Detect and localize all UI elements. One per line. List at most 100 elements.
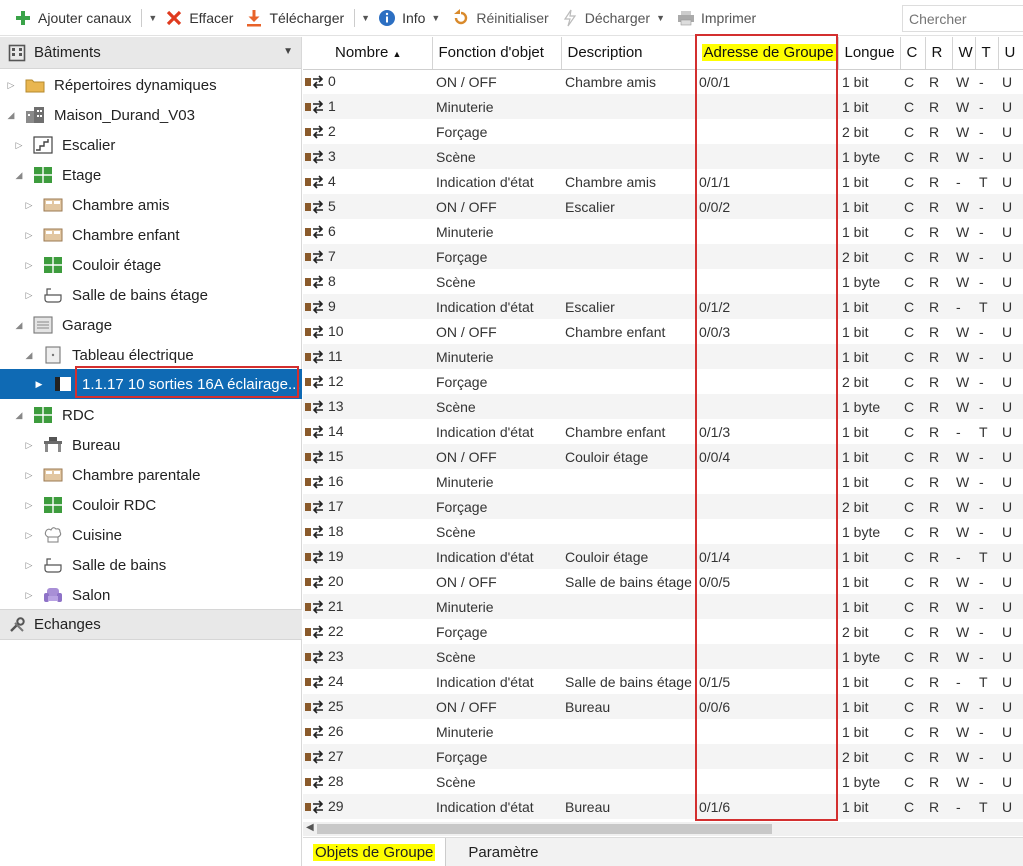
table-row[interactable]: 20 ON / OFF Salle de bains étage 0/0/5 1 bit… <box>303 569 1023 594</box>
expand-arrow-icon[interactable]: ▶ <box>34 379 44 390</box>
tree-item-salle-de-bains-etage[interactable]: ▷ Salle de bains étage <box>0 280 302 310</box>
table-row[interactable]: 17 Forçage 2 bit C R W - U <box>303 494 1023 519</box>
expand-arrow-icon[interactable]: ▷ <box>24 470 34 481</box>
tree-item-bureau[interactable]: ▷ Bureau <box>0 430 302 460</box>
expand-arrow-icon[interactable]: ▷ <box>24 260 34 271</box>
table-row[interactable]: 29 Indication d'état Bureau 0/1/6 1 bit C R - T U <box>303 794 1023 819</box>
table-row[interactable]: 19 Indication d'état Couloir étage 0/1/4 1 b… <box>303 544 1023 569</box>
tree-item-salon[interactable]: ▷ Salon <box>0 580 302 610</box>
expand-arrow-icon[interactable]: ▷ <box>24 560 34 571</box>
column-header-number[interactable]: Nombre ▲ <box>303 37 433 70</box>
tree-item-couloir-etage[interactable]: ▷ Couloir étage <box>0 250 302 280</box>
add-channels-dropdown[interactable]: ▼ <box>146 4 159 32</box>
buildings-panel-header[interactable]: Bâtiments ▼ <box>0 37 301 69</box>
tree-item-etage[interactable]: ◢ Etage <box>0 160 302 190</box>
table-row[interactable]: 4 Indication d'état Chambre amis 0/1/1 1 bit… <box>303 169 1023 194</box>
table-row[interactable]: 2 Forçage 2 bit C R W - U <box>303 119 1023 144</box>
upload-button[interactable]: Télécharger <box>239 4 350 32</box>
table-row[interactable]: 10 ON / OFF Chambre enfant 0/0/3 1 bit C R W - U <box>303 319 1023 344</box>
table-row[interactable]: 13 Scène 1 byte C R W - U <box>303 394 1023 419</box>
tree-item-chambre-amis[interactable]: ▷ Chambre amis <box>0 190 302 220</box>
table-row[interactable]: 28 Scène 1 byte C R W - U <box>303 769 1023 794</box>
table-row[interactable]: 7 Forçage 2 bit C R W - U <box>303 244 1023 269</box>
expand-arrow-icon[interactable]: ▷ <box>24 530 34 541</box>
reset-button[interactable]: Réinitialiser <box>446 4 554 32</box>
table-row[interactable]: 14 Indication d'état Chambre enfant 0/1/3 1 … <box>303 419 1023 444</box>
column-header-u[interactable]: U <box>998 37 1023 70</box>
info-button[interactable]: Info ▼ <box>372 4 446 32</box>
tree-item-escalier[interactable]: ▷ Escalier <box>0 130 302 160</box>
scrollbar-thumb[interactable] <box>317 824 772 834</box>
tree-item-dynamic-folders[interactable]: ▷ Répertoires dynamiques <box>0 70 302 100</box>
table-row[interactable]: 11 Minuterie 1 bit C R W - U <box>303 344 1023 369</box>
column-header-length[interactable]: Longue <box>838 37 901 70</box>
expand-arrow-icon[interactable]: ▷ <box>24 230 34 241</box>
table-row[interactable]: 5 ON / OFF Escalier 0/0/2 1 bit C R W - U <box>303 194 1023 219</box>
column-header-r[interactable]: R <box>925 37 953 70</box>
tab-parameter[interactable]: Paramètre <box>446 838 548 866</box>
collapse-arrow-icon[interactable]: ◢ <box>14 170 24 181</box>
unload-button[interactable]: Décharger ▼ <box>555 4 671 32</box>
table-row[interactable]: 3 Scène 1 byte C R W - U <box>303 144 1023 169</box>
column-header-w[interactable]: W <box>952 37 976 70</box>
tree-item-project[interactable]: ◢ Maison_Durand_V03 <box>0 100 302 130</box>
expand-arrow-icon[interactable]: ▷ <box>24 440 34 451</box>
search-input[interactable] <box>902 5 1023 32</box>
table-row[interactable]: 12 Forçage 2 bit C R W - U <box>303 369 1023 394</box>
expand-arrow-icon[interactable]: ▷ <box>14 140 24 151</box>
expand-arrow-icon[interactable]: ▷ <box>6 80 16 91</box>
print-button[interactable]: Imprimer <box>671 4 762 32</box>
column-header-description[interactable]: Description <box>561 37 696 70</box>
tree-item-garage[interactable]: ◢ Garage <box>0 310 302 340</box>
cell-w: - <box>952 294 975 319</box>
table-row[interactable]: 27 Forçage 2 bit C R W - U <box>303 744 1023 769</box>
column-header-t[interactable]: T <box>975 37 999 70</box>
cell-function: Forçage <box>436 123 488 140</box>
collapse-arrow-icon[interactable]: ◢ <box>14 320 24 331</box>
column-header-function[interactable]: Fonction d'objet <box>432 37 562 70</box>
table-row[interactable]: 22 Forçage 2 bit C R W - U <box>303 619 1023 644</box>
group-object-icon <box>305 124 325 140</box>
tree-item-chambre-enfant[interactable]: ▷ Chambre enfant <box>0 220 302 250</box>
scroll-left-icon[interactable]: ◀ <box>306 822 314 833</box>
table-row[interactable]: 1 Minuterie 1 bit C R W - U <box>303 94 1023 119</box>
tree-item-rdc[interactable]: ◢ RDC <box>0 400 302 430</box>
cell-c: C <box>900 344 925 369</box>
expand-arrow-icon[interactable]: ▷ <box>24 200 34 211</box>
cell-number: 0 <box>303 69 432 94</box>
collapse-arrow-icon[interactable]: ◢ <box>14 410 24 421</box>
chevron-down-icon[interactable]: ▼ <box>283 46 293 57</box>
delete-button[interactable]: Effacer <box>159 4 239 32</box>
device-icon <box>52 375 74 393</box>
table-row[interactable]: 25 ON / OFF Bureau 0/0/6 1 bit C R W - U <box>303 694 1023 719</box>
table-row[interactable]: 18 Scène 1 byte C R W - U <box>303 519 1023 544</box>
upload-dropdown[interactable]: ▼ <box>359 4 372 32</box>
table-row[interactable]: 0 ON / OFF Chambre amis 0/0/1 1 bit C R W - U <box>303 69 1023 94</box>
column-header-group-address[interactable]: Adresse de Groupe <box>695 37 839 70</box>
expand-arrow-icon[interactable]: ▷ <box>24 590 34 601</box>
table-row[interactable]: 8 Scène 1 byte C R W - U <box>303 269 1023 294</box>
table-row[interactable]: 6 Minuterie 1 bit C R W - U <box>303 219 1023 244</box>
tree-item-couloir-rdc[interactable]: ▷ Couloir RDC <box>0 490 302 520</box>
table-row[interactable]: 26 Minuterie 1 bit C R W - U <box>303 719 1023 744</box>
table-row[interactable]: 21 Minuterie 1 bit C R W - U <box>303 594 1023 619</box>
tree-item-salle-de-bains[interactable]: ▷ Salle de bains <box>0 550 302 580</box>
tree-item-chambre-parentale[interactable]: ▷ Chambre parentale <box>0 460 302 490</box>
tree-item-cuisine[interactable]: ▷ Cuisine <box>0 520 302 550</box>
collapse-arrow-icon[interactable]: ◢ <box>24 350 34 361</box>
table-row[interactable]: 9 Indication d'état Escalier 0/1/2 1 bit C R - T… <box>303 294 1023 319</box>
table-row[interactable]: 16 Minuterie 1 bit C R W - U <box>303 469 1023 494</box>
table-row[interactable]: 24 Indication d'état Salle de bains étage 0… <box>303 669 1023 694</box>
horizontal-scrollbar[interactable]: ◀ <box>303 822 1023 836</box>
tab-group-objects[interactable]: Objets de Groupe <box>303 838 447 866</box>
add-channels-button[interactable]: Ajouter canaux <box>8 4 137 32</box>
collapse-arrow-icon[interactable]: ◢ <box>6 110 16 121</box>
table-row[interactable]: 23 Scène 1 byte C R W - U <box>303 644 1023 669</box>
expand-arrow-icon[interactable]: ▷ <box>24 290 34 301</box>
expand-arrow-icon[interactable]: ▷ <box>24 500 34 511</box>
exchanges-panel-header[interactable]: Echanges <box>0 609 302 640</box>
table-row[interactable]: 15 ON / OFF Couloir étage 0/0/4 1 bit C R W - U <box>303 444 1023 469</box>
cell-r: R <box>925 694 952 719</box>
object-number: 26 <box>328 722 344 739</box>
column-header-c[interactable]: C <box>900 37 926 70</box>
